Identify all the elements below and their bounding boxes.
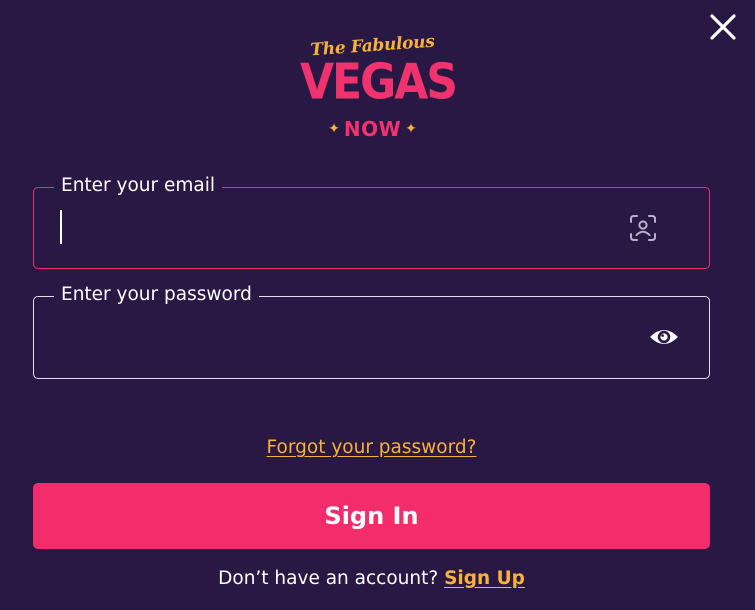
logo-sub: ✦ NOW ✦ xyxy=(300,116,445,142)
password-input[interactable] xyxy=(60,317,620,353)
logo-wordmark: VEGAS xyxy=(300,53,458,111)
sign-in-button[interactable]: Sign In xyxy=(33,483,710,549)
star-icon: ✦ xyxy=(405,121,417,137)
forgot-password-link[interactable]: Forgot your password? xyxy=(267,437,477,458)
sign-up-link[interactable]: Sign Up xyxy=(444,568,525,589)
email-field-group: Enter your email xyxy=(33,173,710,269)
forgot-password-row: Forgot your password? xyxy=(0,437,743,458)
email-label: Enter your email xyxy=(54,173,223,199)
password-field-group: Enter your password xyxy=(33,282,710,379)
star-icon: ✦ xyxy=(328,121,340,137)
brand-logo: The Fabulous VEGAS ✦ NOW ✦ xyxy=(300,32,458,144)
signup-prompt-text: Don’t have an account? xyxy=(218,568,439,589)
face-scan-icon[interactable] xyxy=(629,214,657,242)
eye-icon[interactable] xyxy=(648,324,680,350)
text-caret xyxy=(60,210,62,244)
password-label: Enter your password xyxy=(54,282,259,308)
login-modal: The Fabulous VEGAS ✦ NOW ✦ Enter your em… xyxy=(0,0,755,610)
logo-sub-text: NOW xyxy=(343,117,402,141)
email-input[interactable] xyxy=(60,208,620,244)
signup-prompt-row: Don’t have an account? Sign Up xyxy=(0,568,743,589)
close-icon[interactable] xyxy=(705,9,741,45)
